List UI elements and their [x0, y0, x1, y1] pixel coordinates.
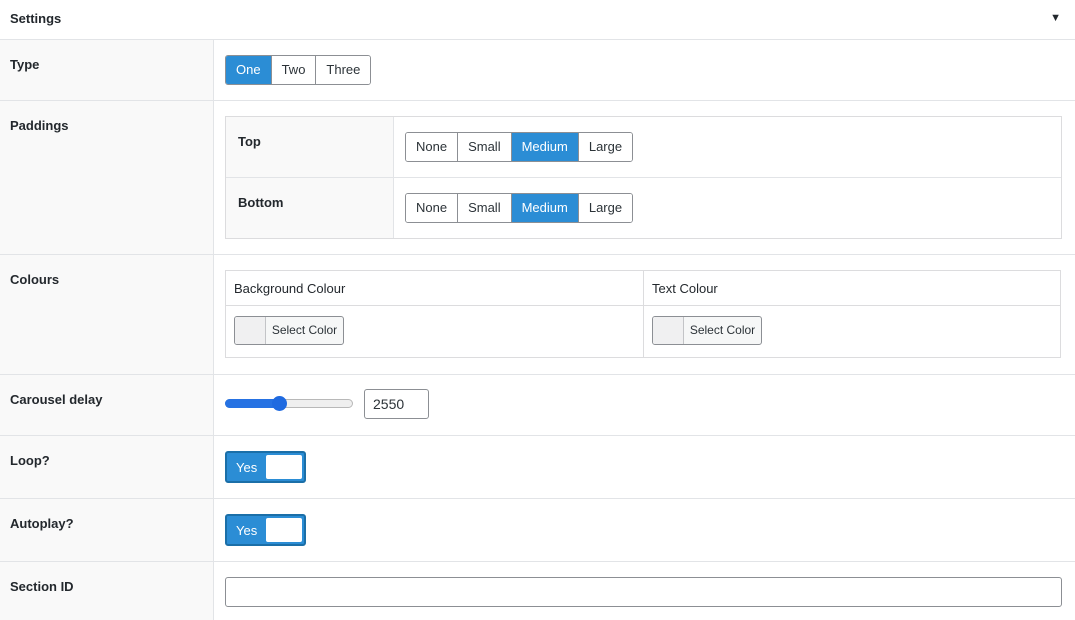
autoplay-row: Autoplay? Yes — [0, 499, 1075, 562]
paddings-row: Paddings Top None Small Medium Large Bot… — [0, 101, 1075, 255]
padding-top-row: Top None Small Medium Large — [226, 117, 1061, 178]
loop-row: Loop? Yes — [0, 436, 1075, 499]
text-colour-header: Text Colour — [652, 281, 718, 296]
text-colour-swatch[interactable] — [653, 317, 684, 344]
padding-bottom-label: Bottom — [238, 195, 284, 210]
colours-row: Colours Background Colour Text Colour Se… — [0, 255, 1075, 375]
slider-thumb[interactable] — [272, 396, 287, 411]
settings-panel: Settings ▼ Type One Two Three Paddings T… — [0, 0, 1075, 620]
paddings-label: Paddings — [10, 118, 69, 133]
triangle-down-icon[interactable]: ▼ — [1050, 12, 1061, 24]
text-select-color-button[interactable]: Select Color — [684, 317, 761, 344]
type-option-two[interactable]: Two — [271, 56, 317, 84]
padding-top-option-small[interactable]: Small — [458, 133, 512, 161]
settings-panel-header[interactable]: Settings ▼ — [0, 0, 1075, 40]
padding-bottom-button-group: None Small Medium Large — [405, 193, 634, 223]
loop-toggle-knob[interactable] — [266, 455, 302, 479]
paddings-subtable: Top None Small Medium Large Bottom None — [225, 116, 1062, 239]
colours-label: Colours — [10, 272, 60, 287]
slider-fill — [225, 399, 279, 408]
padding-top-button-group: None Small Medium Large — [405, 132, 634, 162]
carousel-delay-label: Carousel delay — [10, 392, 103, 407]
type-button-group: One Two Three — [225, 55, 372, 85]
carousel-delay-slider[interactable] — [225, 394, 354, 414]
background-colour-picker[interactable]: Select Color — [234, 316, 344, 345]
carousel-delay-input[interactable]: 2550 — [364, 389, 429, 419]
padding-bottom-row: Bottom None Small Medium Large — [226, 178, 1061, 238]
section-id-input[interactable] — [225, 577, 1062, 607]
colours-table: Background Colour Text Colour Select Col… — [225, 270, 1061, 358]
autoplay-toggle-knob[interactable] — [266, 518, 302, 542]
loop-toggle[interactable]: Yes — [225, 451, 306, 483]
padding-top-option-large[interactable]: Large — [578, 133, 633, 161]
padding-top-option-medium[interactable]: Medium — [511, 133, 579, 161]
padding-top-label: Top — [238, 134, 261, 149]
padding-bottom-option-none[interactable]: None — [406, 194, 459, 222]
background-colour-header: Background Colour — [234, 281, 346, 296]
section-id-label: Section ID — [10, 579, 74, 594]
autoplay-toggle-label: Yes — [236, 523, 258, 538]
type-option-one[interactable]: One — [226, 56, 272, 84]
autoplay-toggle[interactable]: Yes — [225, 514, 306, 546]
background-colour-swatch[interactable] — [235, 317, 266, 344]
autoplay-label: Autoplay? — [10, 516, 74, 531]
padding-bottom-option-large[interactable]: Large — [578, 194, 633, 222]
type-row: Type One Two Three — [0, 40, 1075, 101]
carousel-delay-row: Carousel delay 2550 — [0, 375, 1075, 436]
type-label: Type — [10, 57, 40, 72]
section-id-row: Section ID — [0, 562, 1075, 620]
padding-bottom-option-small[interactable]: Small — [458, 194, 512, 222]
padding-top-option-none[interactable]: None — [406, 133, 459, 161]
padding-bottom-option-medium[interactable]: Medium — [511, 194, 579, 222]
type-option-three[interactable]: Three — [316, 56, 371, 84]
loop-toggle-label: Yes — [236, 460, 258, 475]
text-colour-picker[interactable]: Select Color — [652, 316, 762, 345]
panel-title: Settings — [10, 11, 62, 26]
background-select-color-button[interactable]: Select Color — [266, 317, 343, 344]
loop-label: Loop? — [10, 453, 50, 468]
